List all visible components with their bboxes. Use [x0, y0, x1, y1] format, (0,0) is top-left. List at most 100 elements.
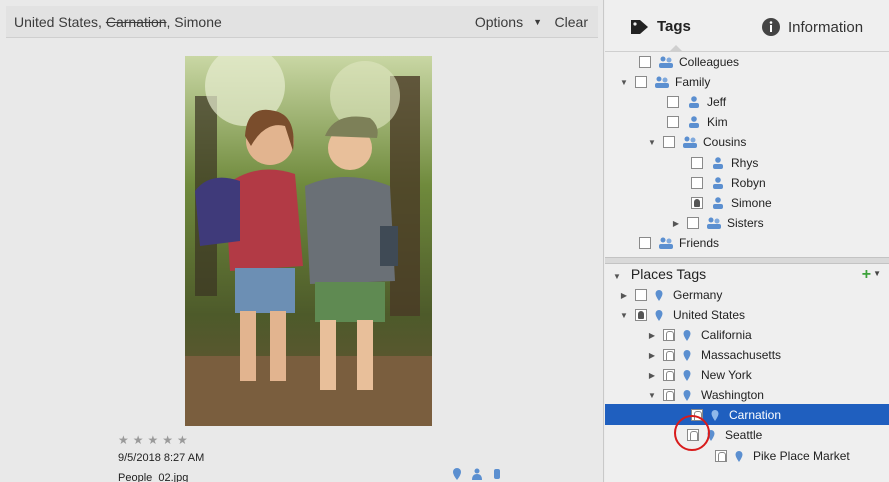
chevron-down-icon[interactable]: ▼ [619, 311, 629, 320]
tag-icon [494, 469, 500, 479]
chevron-down-icon[interactable]: ▼ [619, 78, 629, 87]
filter-bar: United States, Carnation, Simone Options… [6, 6, 598, 38]
place-label: Massachusetts [701, 348, 782, 362]
organizer-window: United States, Carnation, Simone Options… [0, 0, 889, 482]
place-pin-icon [683, 349, 691, 361]
chevron-right-icon[interactable]: ▶ [671, 219, 681, 228]
checkbox[interactable] [667, 116, 679, 128]
checkbox[interactable] [635, 289, 647, 301]
star-rating[interactable]: ★★★★★ [118, 433, 192, 447]
place-label: United States [673, 308, 746, 322]
place-row-new-york[interactable]: ▶ New York [647, 365, 752, 385]
chevron-down-icon[interactable]: ▼ [613, 272, 621, 281]
clear-button[interactable]: Clear [555, 14, 588, 30]
filter-item-united-states[interactable]: United States, [14, 14, 106, 30]
chevron-right-icon[interactable]: ▶ [647, 331, 657, 340]
checkbox[interactable] [663, 329, 675, 341]
place-label: Germany [673, 288, 723, 302]
person-icon [713, 157, 723, 169]
person-icon [472, 468, 482, 480]
tag-label: Simone [731, 196, 772, 210]
plus-icon: + [861, 266, 872, 283]
tag-label: Jeff [707, 95, 727, 109]
place-row-california[interactable]: ▶ California [647, 325, 752, 345]
checkbox[interactable] [635, 76, 647, 88]
tag-row-jeff[interactable]: Jeff [651, 92, 726, 112]
people-group-icon [655, 76, 669, 88]
place-pin-icon [683, 389, 691, 401]
checkbox[interactable] [715, 450, 727, 462]
chevron-right-icon[interactable]: ▶ [647, 371, 657, 380]
info-icon [762, 18, 780, 36]
place-label: New York [701, 368, 752, 382]
tag-label: Family [675, 75, 711, 89]
tag-label: Rhys [731, 156, 759, 170]
checkbox[interactable] [691, 177, 703, 189]
person-icon [689, 96, 699, 108]
photo-filename: People_02.jpg [118, 472, 189, 482]
checkbox[interactable] [691, 157, 703, 169]
people-group-icon [707, 217, 721, 229]
place-row-massachusetts[interactable]: ▶ Massachusetts [647, 345, 781, 365]
place-pin-icon [683, 369, 691, 381]
tag-row-friends[interactable]: Friends [623, 233, 719, 253]
tag-label: Kim [707, 115, 728, 129]
tag-row-family[interactable]: ▼ Family [619, 72, 710, 92]
tag-row-rhys[interactable]: Rhys [675, 153, 758, 173]
tag-label: Friends [679, 236, 720, 250]
checkbox[interactable] [663, 389, 675, 401]
tag-row-sisters[interactable]: ▶ Sisters [671, 213, 764, 233]
place-label: Seattle [725, 428, 763, 442]
chevron-right-icon[interactable]: ▶ [647, 351, 657, 360]
tag-label: Robyn [731, 176, 766, 190]
chevron-right-icon[interactable]: ▶ [619, 291, 629, 300]
place-pin-icon [453, 468, 461, 480]
places-tags-header[interactable]: ▼ Places Tags [613, 266, 706, 282]
people-group-icon [683, 136, 697, 148]
checkbox[interactable] [639, 237, 651, 249]
filter-breadcrumb: United States, Carnation, Simone [14, 14, 222, 30]
chevron-down-icon: ▼ [533, 17, 542, 27]
photo-date: 9/5/2018 8:27 AM [118, 452, 205, 464]
checkbox[interactable] [663, 369, 675, 381]
tag-row-kim[interactable]: Kim [651, 112, 728, 132]
active-tab-indicator [669, 45, 683, 52]
filter-item-simone[interactable]: , Simone [167, 14, 222, 30]
place-row-united-states[interactable]: ▼ United States [619, 305, 745, 325]
tag-label: Cousins [703, 135, 747, 149]
tag-row-colleagues[interactable]: Colleagues [623, 52, 739, 72]
people-group-icon [659, 237, 673, 249]
panel-tabs: Tags Information [605, 10, 889, 52]
checkbox[interactable] [667, 96, 679, 108]
chevron-down-icon[interactable]: ▼ [647, 391, 657, 400]
tag-row-simone[interactable]: Simone [675, 193, 772, 213]
place-pin-icon [683, 329, 691, 341]
checkbox[interactable] [663, 349, 675, 361]
chevron-down-icon[interactable]: ▼ [647, 138, 657, 147]
checkbox-assigned[interactable] [691, 197, 703, 209]
place-pin-icon [711, 409, 719, 421]
checkbox[interactable] [639, 56, 651, 68]
place-row-pike-place-market[interactable]: Pike Place Market [699, 446, 850, 466]
options-menu[interactable]: Options ▼ [475, 14, 542, 30]
media-pane: United States, Carnation, Simone Options… [0, 0, 604, 482]
checkbox-assigned[interactable] [635, 309, 647, 321]
checkbox[interactable] [663, 136, 675, 148]
place-label: Pike Place Market [753, 449, 850, 463]
checkbox[interactable] [687, 217, 699, 229]
photo-preview[interactable] [185, 56, 432, 426]
tab-tags-label: Tags [657, 18, 691, 35]
chevron-down-icon: ▼ [873, 269, 881, 278]
place-pin-icon [655, 309, 663, 321]
place-label: California [701, 328, 752, 342]
tag-row-cousins[interactable]: ▼ Cousins [647, 132, 746, 152]
add-place-button[interactable]: + ▼ [862, 266, 881, 284]
place-row-washington[interactable]: ▼ Washington [647, 385, 764, 405]
place-row-germany[interactable]: ▶ Germany [619, 285, 722, 305]
tags-panel: Tags Information Colleagues ▼ Family Jef… [605, 0, 889, 482]
tab-tags[interactable]: Tags [631, 18, 691, 35]
filter-item-carnation-excluded[interactable]: Carnation [106, 14, 167, 30]
tab-information[interactable]: Information [762, 18, 863, 36]
panel-splitter[interactable] [605, 257, 889, 264]
tag-row-robyn[interactable]: Robyn [675, 173, 766, 193]
